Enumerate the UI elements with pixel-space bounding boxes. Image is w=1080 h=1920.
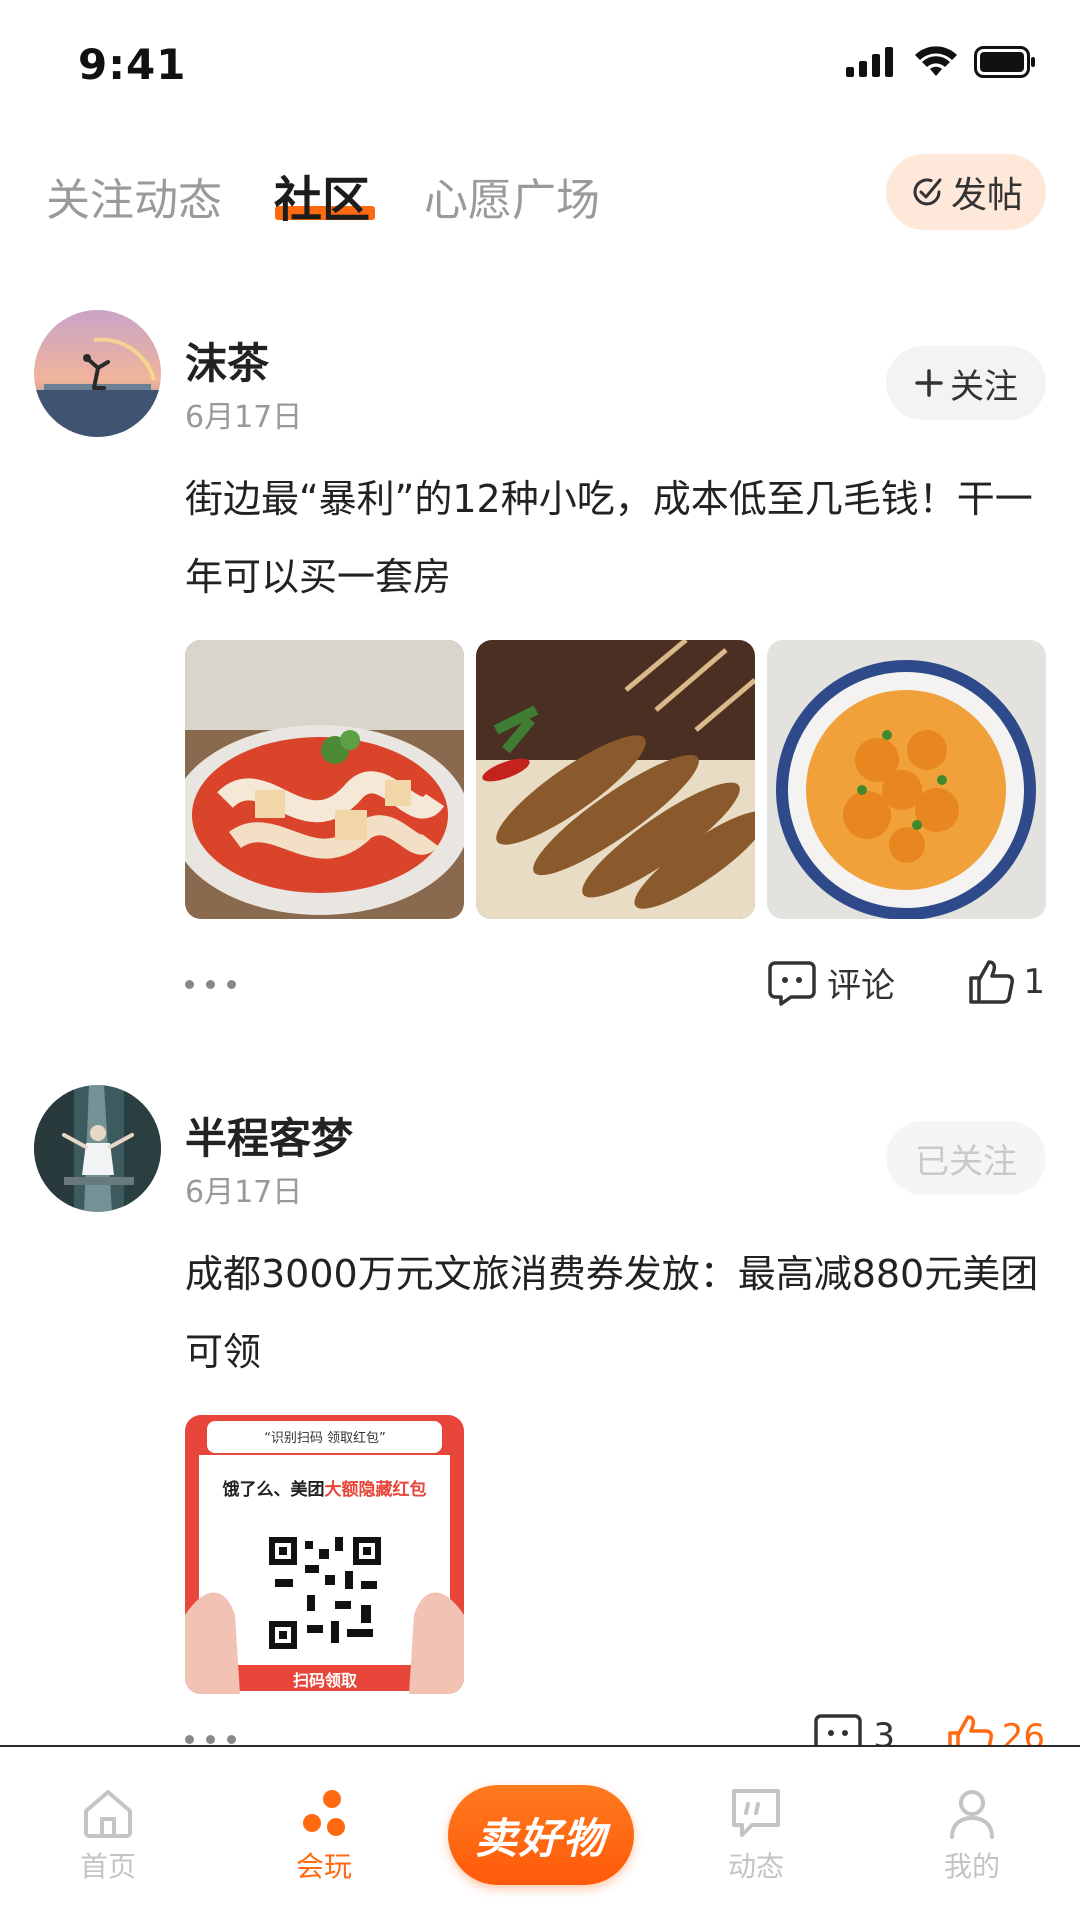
plus-icon [915,369,943,397]
nav-home[interactable]: 首页 [38,1785,178,1885]
post-actions: 3 26 [185,1713,1045,1745]
post-button[interactable]: 发帖 [886,154,1046,230]
grilled-fish-image[interactable] [476,640,755,919]
qr-card-button: 扫码领取 [292,1671,357,1690]
post-actions: 评论 1 [185,958,1045,1018]
play-dots-icon [303,1790,345,1836]
sell-goods-button[interactable]: 卖好物 [448,1785,634,1885]
thumbs-up-icon [947,1715,993,1745]
like-button[interactable]: 1 [967,958,1045,1006]
top-tabs: 关注动态 社区 心愿广场 发帖 [0,150,1080,240]
nav-profile-label: 我的 [943,1850,1000,1883]
qr-card-title-highlight: 大额隐藏红包 [324,1480,427,1500]
user-name[interactable]: 半程客梦 [185,1105,353,1166]
food-noodles-image[interactable] [185,640,464,919]
status-time: 9:41 [78,40,187,89]
user-name[interactable]: 沫茶 [185,330,269,391]
post-images [185,640,1046,919]
tab-wish-square[interactable]: 心愿广场 [424,164,600,228]
user-avatar[interactable] [34,310,161,437]
tab-following[interactable]: 关注动态 [46,164,222,228]
bottom-nav: 首页 会玩 卖好物 动态 我的 [0,1745,1080,1920]
status-bar: 9:41 [0,0,1080,130]
followed-button[interactable]: 已关注 [886,1121,1046,1195]
status-icons [846,46,1036,78]
comment-icon [768,960,816,1006]
wifi-icon [915,46,957,76]
nav-feed-label: 动态 [727,1850,784,1883]
quote-bubble-icon [732,1789,780,1837]
comment-label: 评论 [827,966,895,1006]
comment-icon [814,1714,863,1745]
post-text[interactable]: 成都3000万元文旅消费券发放：最高减880元美团可领 [185,1235,1045,1391]
nav-profile[interactable]: 我的 [902,1785,1042,1885]
follow-button-label: 关注 [950,366,1018,407]
tab-community[interactable]: 社区 [274,160,370,230]
follow-button[interactable]: 关注 [886,346,1046,420]
user-icon [950,1790,994,1839]
post-date: 6月17日 [185,1175,303,1210]
comment-count: 3 [873,1716,895,1745]
post-text[interactable]: 街边最“暴利”的12种小吃，成本低至几毛钱！干一年可以买一套房 [185,460,1045,616]
like-count: 26 [1001,1717,1045,1745]
edit-check-icon [913,178,942,206]
red-packet-qr-image[interactable]: “识别扫码 领取红包” 饿了么、美团大额隐藏红包 扫码领取 [185,1415,464,1694]
thumbs-up-icon [969,960,1015,1004]
qr-card-title-prefix: 饿了么、美团 [222,1480,325,1500]
community-feed[interactable]: 沫茶 6月17日 关注 街边最“暴利”的12种小吃，成本低至几毛钱！干一年可以买… [0,300,1080,1745]
post-date: 6月17日 [185,400,303,435]
spiral-potato-image[interactable] [767,640,1046,919]
follow-button-label: 已关注 [915,1141,1017,1182]
home-icon [84,1790,132,1838]
like-button[interactable]: 26 [946,1713,1045,1745]
more-options-icon[interactable] [185,1735,236,1744]
post-images: “识别扫码 领取红包” 饿了么、美团大额隐藏红包 扫码领取 [185,1415,464,1694]
nav-feed[interactable]: 动态 [686,1785,826,1885]
like-count: 1 [1023,962,1045,1002]
user-avatar[interactable] [34,1085,161,1212]
qr-card-banner: “识别扫码 领取红包” [264,1431,386,1446]
comment-button[interactable]: 3 [813,1713,895,1745]
battery-icon [974,46,1035,78]
nav-play[interactable]: 会玩 [254,1785,394,1885]
qr-card-title: 饿了么、美团大额隐藏红包 [185,1475,464,1500]
nav-home-label: 首页 [79,1850,136,1883]
nav-play-label: 会玩 [295,1850,352,1883]
signal-icon [846,47,893,77]
post-button-label: 发帖 [950,175,1023,216]
more-options-icon[interactable] [185,980,236,989]
comment-button[interactable]: 评论 [767,958,895,1007]
